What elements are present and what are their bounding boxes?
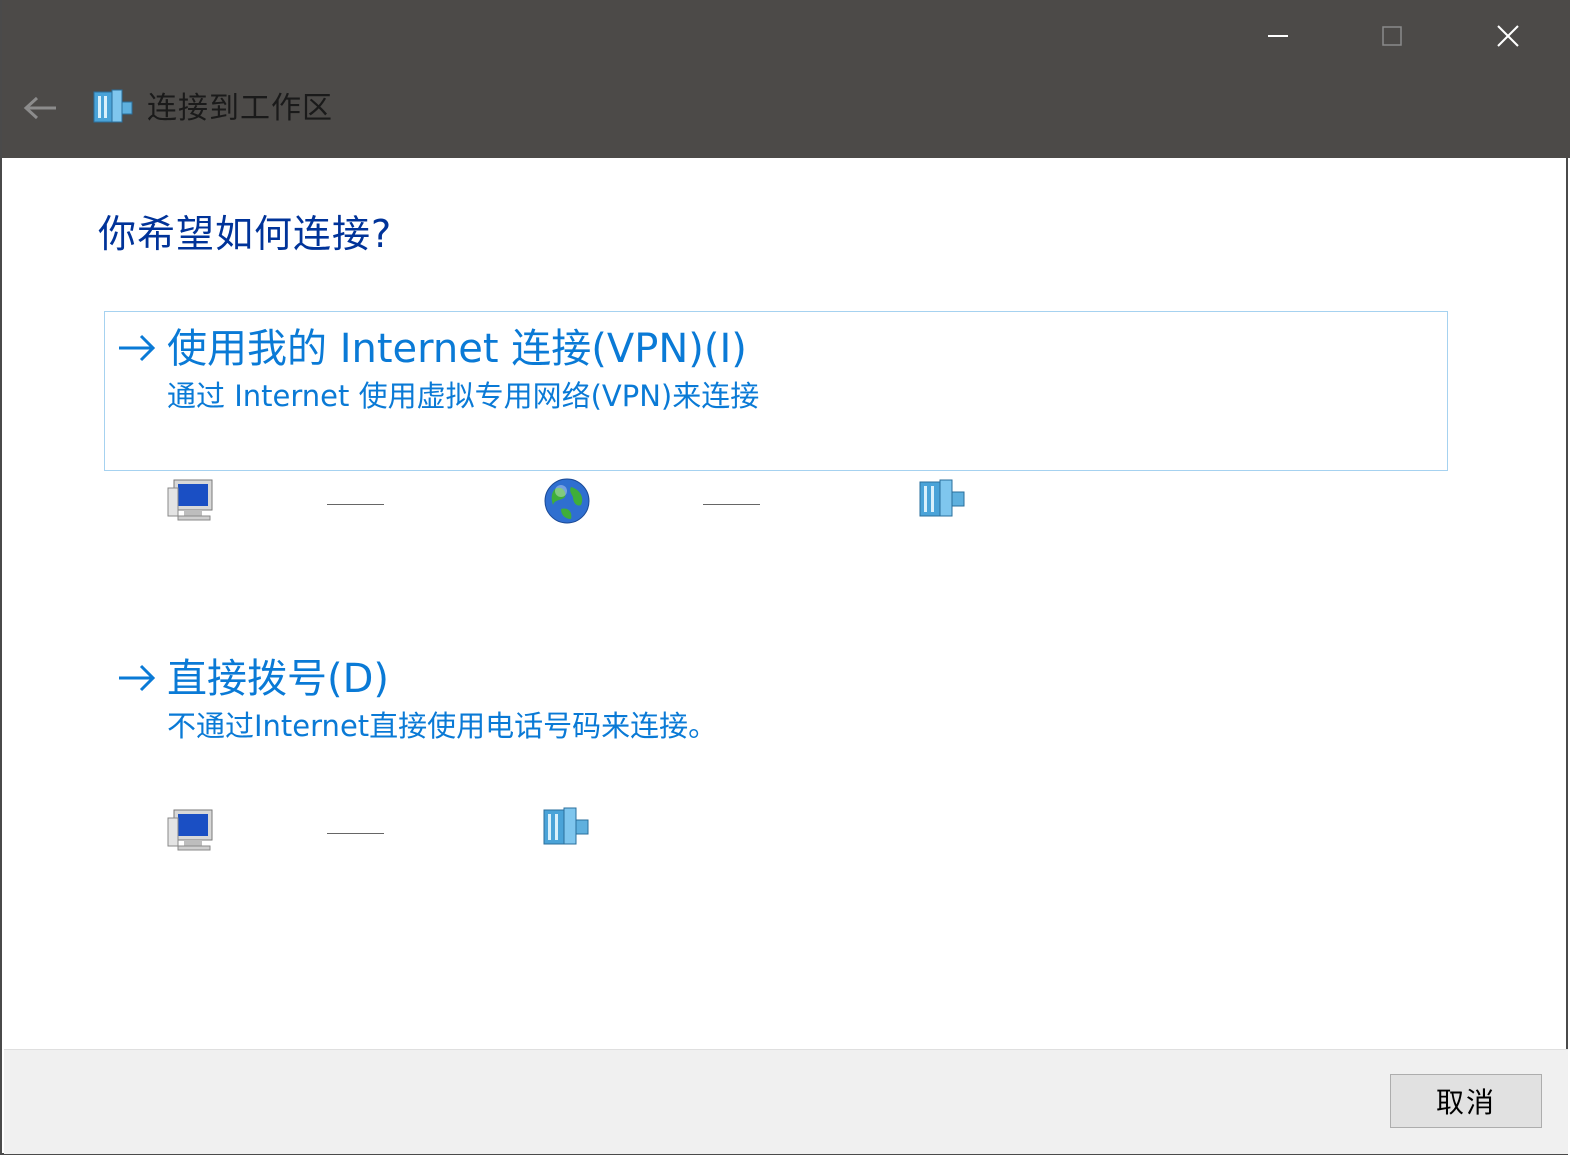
diagram-connector	[327, 504, 384, 505]
option-vpn-title: 使用我的 Internet 连接(VPN)(I)	[167, 326, 747, 372]
page-heading: 你希望如何连接?	[98, 212, 393, 256]
globe-icon	[544, 478, 590, 524]
maximize-button[interactable]	[1335, 0, 1449, 72]
arrow-right-icon	[119, 664, 156, 692]
back-button[interactable]	[20, 88, 60, 128]
close-button[interactable]	[1451, 0, 1565, 72]
option-vpn-description: 通过 Internet 使用虚拟专用网络(VPN)来连接	[167, 379, 760, 413]
option-dial-up[interactable]: 直接拨号(D) 不通过Internet直接使用电话号码来连接。	[104, 641, 1448, 761]
diagram-connector	[703, 504, 760, 505]
title-bar: 连接到工作区	[2, 0, 1570, 158]
computer-icon	[167, 809, 213, 851]
maximize-icon	[1382, 26, 1402, 46]
option-dial-up-description: 不通过Internet直接使用电话号码来连接。	[167, 709, 718, 743]
minimize-button[interactable]	[1221, 0, 1335, 72]
back-arrow-icon	[23, 96, 56, 120]
dialog-window: 连接到工作区 你希望如何连接? 使用我的 Internet 连接(VPN)(I)…	[0, 0, 1570, 1155]
cancel-button[interactable]: 取消	[1390, 1074, 1542, 1128]
close-icon	[1497, 25, 1519, 47]
option-dial-up-title: 直接拨号(D)	[167, 656, 390, 702]
workplace-icon	[919, 479, 965, 517]
diagram-connector	[327, 833, 384, 834]
minimize-icon	[1268, 35, 1288, 37]
workplace-icon	[543, 807, 589, 845]
arrow-right-icon	[119, 334, 156, 362]
option-vpn[interactable]: 使用我的 Internet 连接(VPN)(I) 通过 Internet 使用虚…	[104, 311, 1448, 471]
computer-icon	[167, 479, 213, 521]
workplace-icon	[93, 89, 133, 123]
window-title: 连接到工作区	[147, 91, 333, 126]
dialog-footer: 取消	[4, 1049, 1568, 1154]
